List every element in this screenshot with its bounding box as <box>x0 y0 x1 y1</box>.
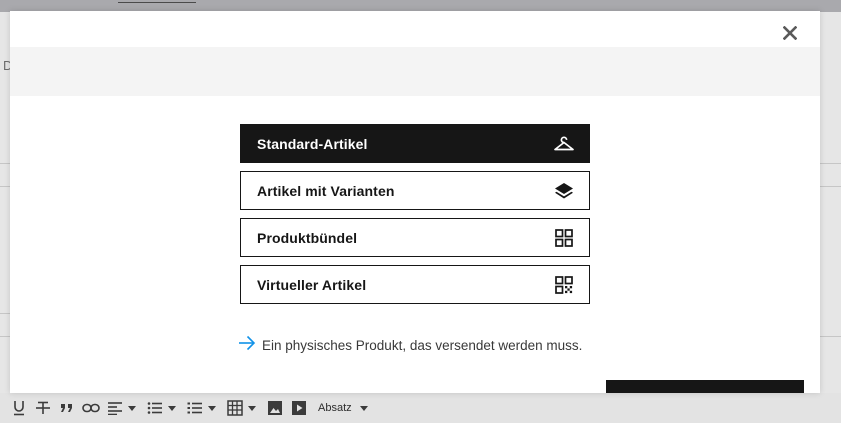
link-icon[interactable] <box>82 399 100 417</box>
background-divider <box>0 313 10 314</box>
article-type-options: Standard-Artikel Artikel mit Varianten P… <box>240 124 590 304</box>
align-left-icon[interactable] <box>106 399 124 417</box>
chevron-down-icon[interactable] <box>128 405 136 411</box>
chevron-down-icon[interactable] <box>208 405 216 411</box>
close-button[interactable] <box>780 22 800 44</box>
background-link <box>118 0 196 3</box>
option-label: Produktbündel <box>257 229 358 246</box>
table-icon[interactable] <box>226 399 244 417</box>
hanger-icon <box>553 133 575 155</box>
background-divider <box>0 186 10 187</box>
background-divider <box>0 336 10 337</box>
arrow-right-icon <box>238 335 256 356</box>
article-type-modal: Standard-Artikel Artikel mit Varianten P… <box>10 11 820 393</box>
strikethrough-icon[interactable] <box>34 399 52 417</box>
close-icon <box>783 26 797 40</box>
background-divider <box>0 163 10 164</box>
chevron-down-icon[interactable] <box>168 405 176 411</box>
option-standard-article[interactable]: Standard-Artikel <box>240 124 590 163</box>
background-divider <box>820 186 841 187</box>
background-divider <box>820 336 841 337</box>
option-label: Virtueller Artikel <box>257 276 367 293</box>
layers-icon <box>553 180 575 202</box>
blockquote-icon[interactable] <box>58 399 76 417</box>
option-virtual-article[interactable]: Virtueller Artikel <box>240 265 590 304</box>
qr-code-icon <box>553 274 575 296</box>
numbered-list-icon[interactable] <box>186 399 204 417</box>
chevron-down-icon[interactable] <box>248 405 256 411</box>
modal-header-band <box>10 47 820 96</box>
chevron-down-icon[interactable] <box>359 405 368 411</box>
option-label: Standard-Artikel <box>257 135 368 152</box>
option-article-with-variants[interactable]: Artikel mit Varianten <box>240 171 590 210</box>
option-description: Ein physisches Produkt, das versendet we… <box>238 335 582 356</box>
description-text: Ein physisches Produkt, das versendet we… <box>262 338 583 353</box>
media-embed-icon[interactable] <box>290 399 308 417</box>
background-divider <box>820 163 841 164</box>
primary-action-button[interactable] <box>606 380 804 393</box>
grid-icon <box>553 227 575 249</box>
option-label: Artikel mit Varianten <box>257 182 395 199</box>
bulleted-list-icon[interactable] <box>146 399 164 417</box>
editor-toolbar: Absatz <box>0 393 841 423</box>
paragraph-format-dropdown[interactable]: Absatz <box>318 402 352 414</box>
underline-icon[interactable] <box>10 399 28 417</box>
option-product-bundle[interactable]: Produktbündel <box>240 218 590 257</box>
image-icon[interactable] <box>266 399 284 417</box>
